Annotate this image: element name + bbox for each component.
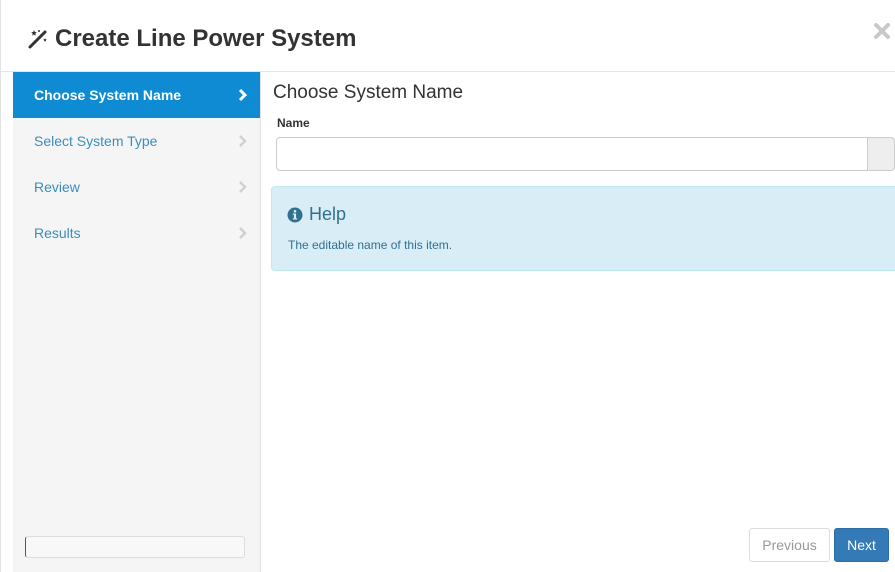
chevron-right-icon xyxy=(238,134,248,148)
sidebar-item-review[interactable]: Review xyxy=(13,164,260,210)
sidebar-item-label: Choose System Name xyxy=(34,87,182,103)
help-title: Help xyxy=(287,204,346,225)
help-panel: Help The editable name of this item. xyxy=(271,186,895,271)
sidebar-item-label: Select System Type xyxy=(34,133,158,149)
magic-wand-icon xyxy=(27,28,49,50)
sidebar-item-select-system-type[interactable]: Select System Type xyxy=(13,118,260,164)
next-button[interactable]: Next xyxy=(834,528,889,562)
name-input-addon-button[interactable] xyxy=(867,137,895,171)
help-title-text: Help xyxy=(309,204,347,224)
create-line-power-system-dialog: Create Line Power System Choose System N… xyxy=(0,0,895,572)
close-icon[interactable] xyxy=(872,21,892,41)
previous-button[interactable]: Previous xyxy=(749,528,830,562)
info-circle-icon xyxy=(287,207,303,223)
dialog-header: Create Line Power System xyxy=(1,8,895,72)
sidebar-item-choose-system-name[interactable]: Choose System Name xyxy=(13,72,260,118)
sidebar-item-label: Review xyxy=(34,179,80,195)
name-input[interactable] xyxy=(276,137,867,171)
help-text: The editable name of this item. xyxy=(288,238,453,252)
sidebar-item-results[interactable]: Results xyxy=(13,210,260,256)
name-field-label: Name xyxy=(277,116,310,130)
name-input-group xyxy=(276,137,895,171)
dialog-title-text: Create Line Power System xyxy=(55,25,357,52)
wizard-step-content: Choose System Name Name Help The editabl… xyxy=(261,72,895,572)
chevron-right-icon xyxy=(238,180,248,194)
chevron-right-icon xyxy=(238,88,248,102)
dialog-title: Create Line Power System xyxy=(27,25,356,53)
sidebar-progress-field xyxy=(25,536,245,558)
wizard-steps-sidebar: Choose System Name Select System Type Re… xyxy=(13,72,261,572)
sidebar-item-label: Results xyxy=(34,225,81,241)
chevron-right-icon xyxy=(238,226,248,240)
section-title: Choose System Name xyxy=(273,82,464,103)
